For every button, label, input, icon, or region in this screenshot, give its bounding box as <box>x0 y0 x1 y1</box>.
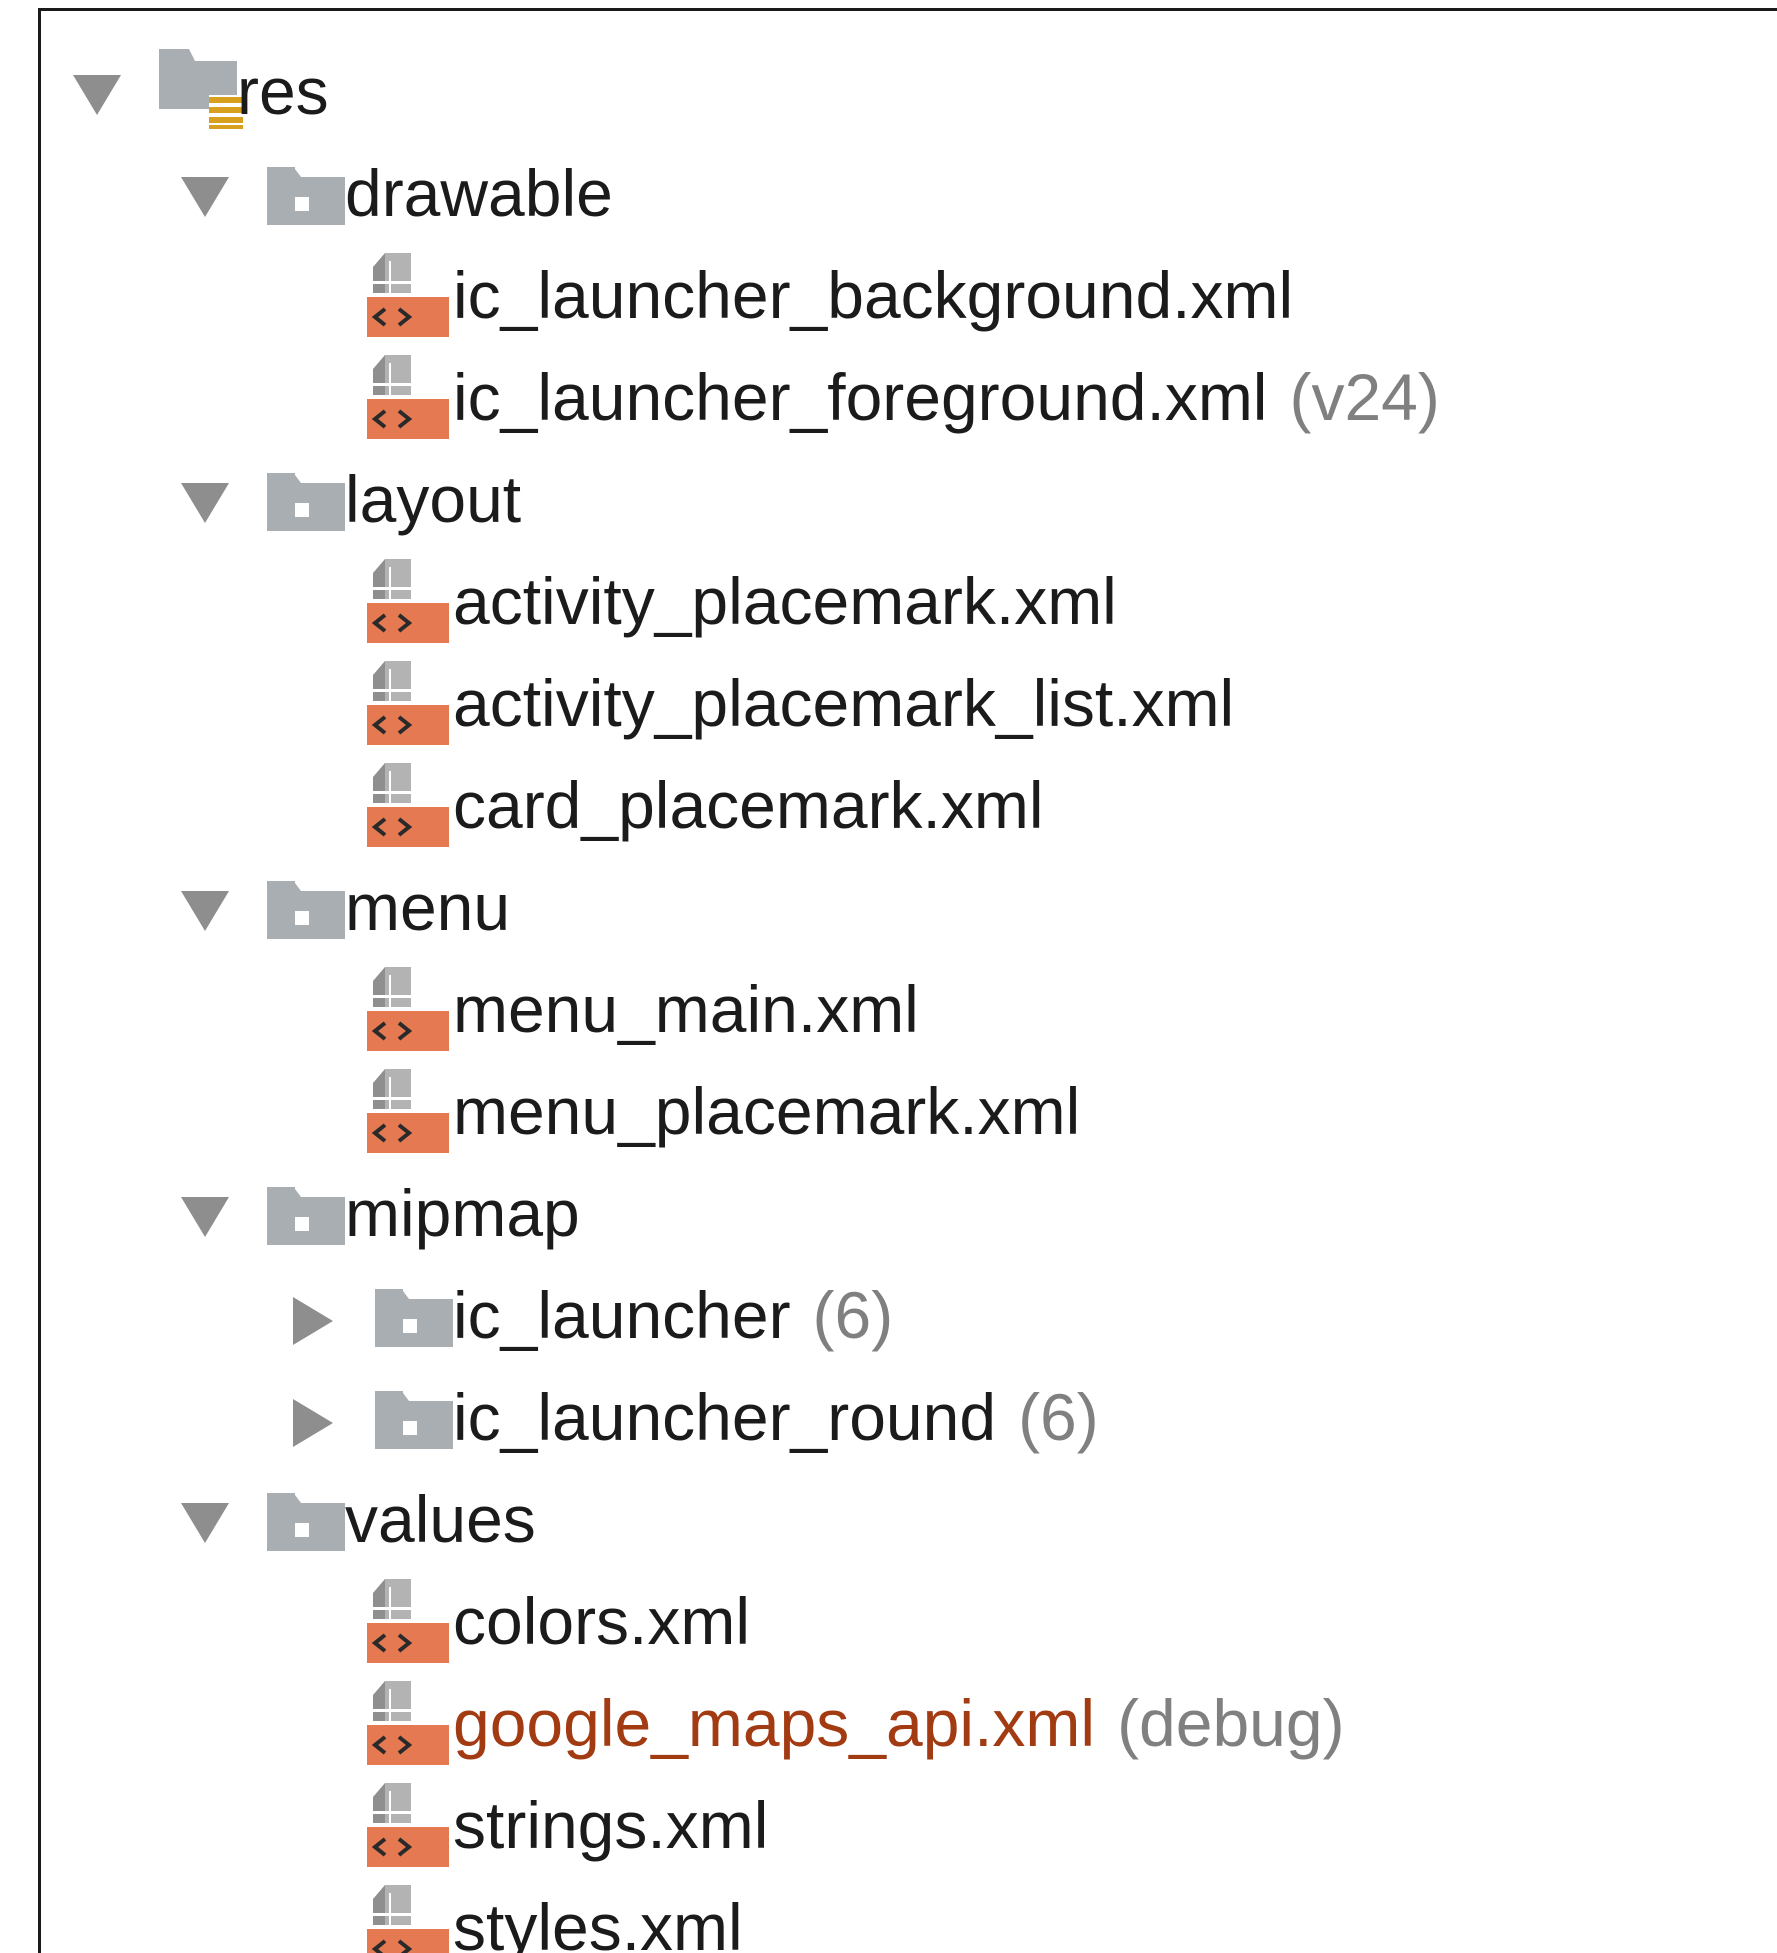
xml-file-icon <box>367 1681 449 1771</box>
xml-file-icon <box>367 355 449 445</box>
xml-file-icon <box>367 253 449 343</box>
tree-item-name: layout <box>345 462 522 536</box>
tree-item-label: colors.xml <box>453 1581 750 1661</box>
tree-item-name: menu_main.xml <box>453 972 919 1046</box>
folder-icon <box>375 1387 455 1477</box>
folder-icon <box>267 469 347 559</box>
xml-file-icon <box>367 967 449 1057</box>
tree-item-label: menu_placemark.xml <box>453 1071 1080 1151</box>
xml-file-icon <box>367 1579 449 1669</box>
tree-item-label: menu <box>345 867 510 947</box>
tree-folder-item[interactable]: menu <box>41 855 1777 957</box>
tree-item-name: drawable <box>345 156 613 230</box>
tree-item-name: ic_launcher_background.xml <box>453 258 1294 332</box>
xml-file-icon <box>367 1783 449 1873</box>
xml-file-icon <box>367 1885 449 1953</box>
chevron-down-icon[interactable] <box>71 71 123 123</box>
tree-folder-item[interactable]: mipmap <box>41 1161 1777 1263</box>
folder-icon <box>267 877 347 967</box>
folder-icon <box>375 1285 455 1375</box>
tree-item-label: activity_placemark.xml <box>453 561 1117 641</box>
tree-item-name: mipmap <box>345 1176 580 1250</box>
tree-item-name: styles.xml <box>453 1890 743 1953</box>
tree-item-label: ic_launcher (6) <box>453 1275 893 1355</box>
tree-item-label: layout <box>345 459 521 539</box>
xml-file-icon <box>367 559 449 649</box>
tree-file-item[interactable]: ic_launcher_background.xml <box>41 243 1777 345</box>
tree-file-item[interactable]: activity_placemark_list.xml <box>41 651 1777 753</box>
tree-folder-item[interactable]: ic_launcher (6) <box>41 1263 1777 1365</box>
tree-file-item[interactable]: strings.xml <box>41 1773 1777 1875</box>
tree-item-label: res <box>237 51 329 131</box>
xml-file-icon <box>367 1069 449 1159</box>
tree-item-label: ic_launcher_foreground.xml (v24) <box>453 357 1440 437</box>
tree-item-name: colors.xml <box>453 1584 751 1658</box>
tree-item-label: menu_main.xml <box>453 969 919 1049</box>
tree-item-label: activity_placemark_list.xml <box>453 663 1234 743</box>
tree-file-item[interactable]: card_placemark.xml <box>41 753 1777 855</box>
folder-icon <box>267 1183 347 1273</box>
tree-item-name: activity_placemark_list.xml <box>453 666 1235 740</box>
resource-folder-icon <box>159 43 243 133</box>
xml-file-icon <box>367 763 449 853</box>
tree-item-name: strings.xml <box>453 1788 769 1862</box>
tree-item-label: card_placemark.xml <box>453 765 1044 845</box>
tree-file-item[interactable]: colors.xml <box>41 1569 1777 1671</box>
tree-item-label: mipmap <box>345 1173 580 1253</box>
tree-item-suffix: (debug) <box>1117 1686 1345 1760</box>
chevron-right-icon[interactable] <box>287 1295 339 1347</box>
tree-folder-item[interactable]: ic_launcher_round (6) <box>41 1365 1777 1467</box>
tree-item-label: styles.xml <box>453 1887 743 1953</box>
tree-item-name: res <box>237 54 329 128</box>
tree-item-suffix: (v24) <box>1289 360 1440 434</box>
chevron-right-icon[interactable] <box>287 1397 339 1449</box>
tree-item-name: activity_placemark.xml <box>453 564 1117 638</box>
tree-folder-item[interactable]: values <box>41 1467 1777 1569</box>
tree-item-suffix: (6) <box>812 1278 894 1352</box>
tree-folder-item[interactable]: res <box>41 39 1777 141</box>
tree-item-label: google_maps_api.xml (debug) <box>453 1683 1345 1763</box>
tree-item-suffix: (6) <box>1018 1380 1099 1454</box>
chevron-down-icon[interactable] <box>179 887 231 939</box>
tree-file-item[interactable]: styles.xml <box>41 1875 1777 1953</box>
xml-file-icon <box>367 661 449 751</box>
tree-item-label: values <box>345 1479 536 1559</box>
chevron-down-icon[interactable] <box>179 1193 231 1245</box>
tree-item-name: ic_launcher <box>453 1278 791 1352</box>
tree-item-label: strings.xml <box>453 1785 768 1865</box>
tree-item-name: card_placemark.xml <box>453 768 1044 842</box>
tree-item-name: values <box>345 1482 536 1556</box>
tree-item-name: google_maps_api.xml <box>453 1686 1096 1760</box>
tree-item-label: ic_launcher_round (6) <box>453 1377 1099 1457</box>
tree-file-item[interactable]: activity_placemark.xml <box>41 549 1777 651</box>
folder-icon <box>267 163 347 253</box>
tree-folder-item[interactable]: drawable <box>41 141 1777 243</box>
tree-item-label: drawable <box>345 153 613 233</box>
tree-file-item[interactable]: menu_main.xml <box>41 957 1777 1059</box>
tree-item-name: menu <box>345 870 511 944</box>
chevron-down-icon[interactable] <box>179 1499 231 1551</box>
chevron-down-icon[interactable] <box>179 173 231 225</box>
tree-file-item[interactable]: menu_placemark.xml <box>41 1059 1777 1161</box>
folder-icon <box>267 1489 347 1579</box>
project-tree-panel: res drawable ic_launcher_background.xml ic_… <box>38 8 1777 1953</box>
tree-file-item[interactable]: ic_launcher_foreground.xml (v24) <box>41 345 1777 447</box>
tree-item-name: ic_launcher_round <box>453 1380 997 1454</box>
tree-folder-item[interactable]: layout <box>41 447 1777 549</box>
tree-file-item[interactable]: google_maps_api.xml (debug) <box>41 1671 1777 1773</box>
tree-item-label: ic_launcher_background.xml <box>453 255 1293 335</box>
tree-item-name: ic_launcher_foreground.xml <box>453 360 1268 434</box>
chevron-down-icon[interactable] <box>179 479 231 531</box>
tree-item-name: menu_placemark.xml <box>453 1074 1081 1148</box>
